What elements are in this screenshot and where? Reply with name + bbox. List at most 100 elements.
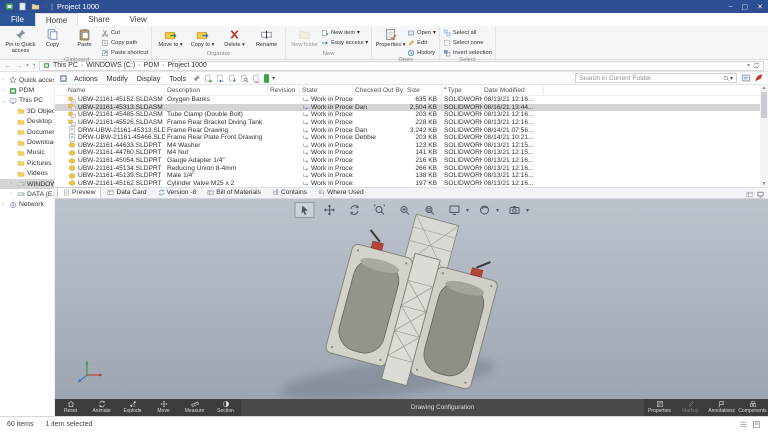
sidebar-item-pdm[interactable]: › PDM xyxy=(0,85,54,95)
menu-modify[interactable]: Modify xyxy=(105,74,130,83)
qat-customize-icon[interactable]: ▾ xyxy=(44,3,47,10)
refresh-icon[interactable] xyxy=(753,62,760,69)
address-box[interactable]: This PC › WINDOWS (C:) › PDM › Project 1000 ▾ xyxy=(39,60,764,71)
sidebar-item-documents[interactable]: Documents xyxy=(0,127,54,137)
preview-tab-contains[interactable]: Contains xyxy=(267,187,312,198)
annotations-button[interactable]: Annotations xyxy=(706,399,737,416)
expander-icon[interactable]: › xyxy=(2,202,7,208)
preview-tab-where-used[interactable]: Where Used xyxy=(313,187,369,198)
search-input[interactable]: Search in Current Folder ▾ xyxy=(575,73,737,83)
tab-home[interactable]: Home xyxy=(34,13,79,26)
delete-button[interactable]: Delete ▾ xyxy=(219,27,250,48)
pin-to-quick-access-button[interactable]: Pin to Quick access xyxy=(5,27,36,54)
column-header-type[interactable]: ▴ Type xyxy=(442,85,482,95)
qat-newfolder-icon[interactable] xyxy=(31,2,40,11)
column-header-checked-out-by[interactable]: Checked Out By xyxy=(353,85,405,95)
select-none-button[interactable]: Select none xyxy=(443,39,492,47)
sidebar-item-desktop[interactable]: Desktop xyxy=(0,117,54,127)
new-item-button[interactable]: New item ▾ xyxy=(321,29,368,37)
sidebar-item-quick-access[interactable]: › Quick access xyxy=(0,75,54,85)
move-button[interactable]: Move xyxy=(148,399,179,416)
paste-button[interactable]: Paste xyxy=(69,27,100,48)
copy-path-button[interactable]: Copy path xyxy=(101,39,148,47)
menu-actions[interactable]: Actions xyxy=(72,74,100,83)
properties-button[interactable]: Properties xyxy=(644,399,675,416)
column-header-name[interactable]: Name xyxy=(55,85,165,95)
sidebar-item-downloads[interactable]: Downloads xyxy=(0,137,54,147)
sidebar-item-data-e[interactable]: › DATA (E:) xyxy=(0,189,54,199)
copy-to-button[interactable]: Copy to ▾ xyxy=(187,27,218,48)
easy-access-button[interactable]: Easy access ▾ xyxy=(321,39,368,47)
back-icon[interactable]: ← xyxy=(4,61,12,70)
expander-icon[interactable]: › xyxy=(2,77,7,83)
qat-properties-icon[interactable] xyxy=(18,2,27,11)
close-button[interactable]: ✕ xyxy=(757,3,763,11)
search-icon[interactable] xyxy=(723,75,730,82)
measure-button[interactable]: Measure xyxy=(179,399,210,416)
sidebar-item-network[interactable]: › Network xyxy=(0,200,54,210)
address-dropdown-icon[interactable]: ▾ xyxy=(747,62,750,69)
menu-tools[interactable]: Tools xyxy=(167,74,188,83)
copy-button[interactable]: Copy xyxy=(37,27,68,48)
undock-preview-icon[interactable] xyxy=(746,191,753,198)
animate-button[interactable]: Animate xyxy=(86,399,117,416)
reset-button[interactable]: Reset xyxy=(55,399,86,416)
appearances-dropdown-icon[interactable]: ▾ xyxy=(496,207,499,214)
rename-button[interactable]: Rename xyxy=(251,27,282,48)
zoom-to-area-tool-button[interactable] xyxy=(419,202,439,218)
search-options-icon[interactable] xyxy=(741,73,751,83)
pan-tool-button[interactable] xyxy=(319,202,339,218)
pdm-search-tool-icon[interactable] xyxy=(754,73,764,83)
details-view-icon[interactable] xyxy=(739,420,748,429)
expander-icon[interactable]: › xyxy=(10,181,15,187)
rotate-tool-button[interactable] xyxy=(344,202,364,218)
preview-tab-version-8[interactable]: Version -8 xyxy=(153,187,202,198)
select-tool-button[interactable] xyxy=(293,202,314,218)
explode-button[interactable]: Explode xyxy=(117,399,148,416)
thumbnail-view-icon[interactable] xyxy=(752,420,761,429)
expander-icon[interactable]: › xyxy=(10,191,15,197)
breadcrumb-this-pc[interactable]: This PC xyxy=(53,62,78,69)
tab-share[interactable]: Share xyxy=(78,13,119,26)
column-header-description[interactable]: Description xyxy=(165,85,268,95)
select-all-button[interactable]: Select all xyxy=(443,29,492,37)
new-folder-button[interactable]: New folder xyxy=(289,27,320,48)
components-button[interactable]: Components xyxy=(737,399,768,416)
list-scrollbar[interactable]: ▲ ▼ xyxy=(760,85,768,187)
tab-file[interactable]: File xyxy=(0,13,35,26)
edit-button[interactable]: Edit xyxy=(407,39,436,47)
column-header-date-modified[interactable]: Date Modified xyxy=(482,85,544,95)
snapshot-tool-button[interactable] xyxy=(504,202,524,218)
cut-button[interactable]: Cut xyxy=(101,29,148,37)
zoom-to-fit-tool-button[interactable] xyxy=(369,202,389,218)
up-icon[interactable]: ↑ xyxy=(32,61,36,70)
search-dropdown-icon[interactable]: ▾ xyxy=(730,75,733,82)
file-row-ubw-21161-45162-sldprt[interactable]: UBW-21161-45162.SLDPRT Cylinder Valve M25… xyxy=(55,180,768,187)
display-style-dropdown-icon[interactable]: ▾ xyxy=(466,207,469,214)
sidebar-item-3d-objects[interactable]: 3D Objects xyxy=(0,106,54,116)
section-button[interactable]: Section xyxy=(210,399,241,416)
pdm-more-icon[interactable]: ▾ xyxy=(272,75,275,82)
paste-shortcut-button[interactable]: Paste shortcut xyxy=(101,49,148,57)
breadcrumb-windows-c[interactable]: WINDOWS (C:) xyxy=(86,62,135,69)
preview-tab-bill-of-materials[interactable]: Bill of Materials xyxy=(202,187,266,198)
properties-button[interactable]: Properties ▾ xyxy=(375,27,406,48)
column-header-size[interactable]: Size xyxy=(405,85,442,95)
maximize-button[interactable]: ▢ xyxy=(742,3,749,11)
breadcrumb-project-1000[interactable]: Project 1000 xyxy=(168,62,207,69)
open-button[interactable]: Open ▾ xyxy=(407,29,436,37)
history-button[interactable]: History xyxy=(407,49,436,57)
column-header-state[interactable]: State xyxy=(300,85,353,95)
expander-icon[interactable]: ⌄ xyxy=(2,98,7,104)
breadcrumb-pdm[interactable]: PDM xyxy=(144,62,160,69)
appearances-tool-button[interactable] xyxy=(474,202,494,218)
sidebar-item-pictures[interactable]: Pictures xyxy=(0,158,54,168)
move-to-button[interactable]: Move to ▾ xyxy=(155,27,186,48)
preview-viewport[interactable]: ▾ ▾ ▾ Reset Animate Explode Move Measure Sectio… xyxy=(55,199,768,416)
tab-view[interactable]: View xyxy=(120,13,157,26)
sidebar-item-music[interactable]: Music xyxy=(0,148,54,158)
sidebar-item-this-pc[interactable]: ⌄ This PC xyxy=(0,96,54,106)
configuration-label[interactable]: Drawing Configuration xyxy=(411,404,474,411)
display-style-tool-button[interactable] xyxy=(444,202,464,218)
zoom-in-out-tool-button[interactable] xyxy=(394,202,414,218)
